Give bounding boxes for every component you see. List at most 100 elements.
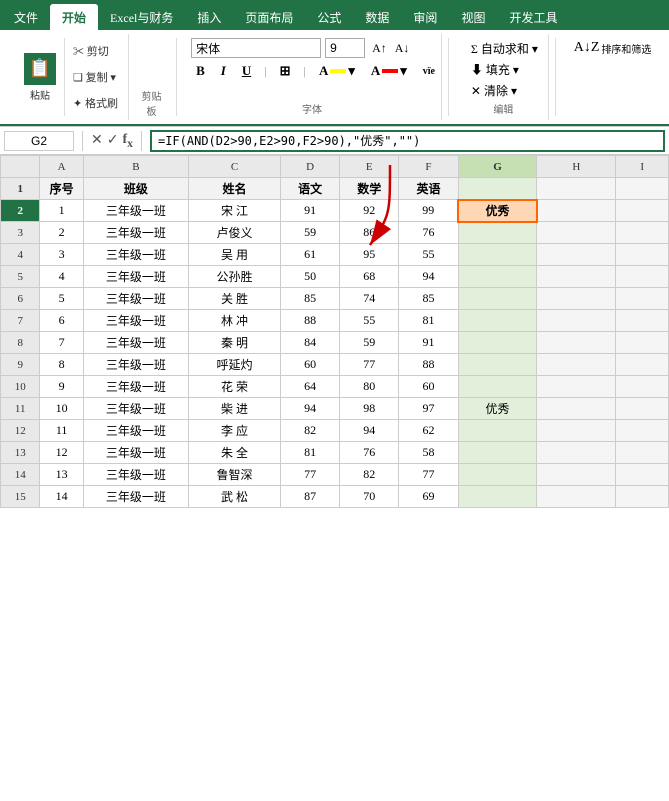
cell-H13[interactable] [537,442,616,464]
cell-C3[interactable]: 卢俊义 [189,222,281,244]
cell-E2[interactable]: 92 [340,200,399,222]
cell-F10[interactable]: 60 [399,376,458,398]
cell-B4[interactable]: 三年级一班 [83,244,188,266]
paste-button[interactable]: 📋 粘贴 [16,38,65,116]
cell-H1[interactable] [537,178,616,200]
cell-H12[interactable] [537,420,616,442]
cell-B7[interactable]: 三年级一班 [83,310,188,332]
cell-G12[interactable] [458,420,537,442]
cell-G11[interactable]: 优秀 [458,398,537,420]
cell-B11[interactable]: 三年级一班 [83,398,188,420]
cell-I10[interactable] [616,376,669,398]
italic-button[interactable]: I [216,61,231,81]
font-name-input[interactable] [191,38,321,58]
cell-C2[interactable]: 宋 江 [189,200,281,222]
cell-D15[interactable]: 87 [281,486,340,508]
cell-I8[interactable] [616,332,669,354]
cell-E7[interactable]: 55 [340,310,399,332]
col-header-D[interactable]: D [281,156,340,178]
fill-color-button[interactable]: A ▾ [314,61,360,81]
cell-C12[interactable]: 李 应 [189,420,281,442]
cell-F3[interactable]: 76 [399,222,458,244]
cell-B3[interactable]: 三年级一班 [83,222,188,244]
cell-I1[interactable] [616,178,669,200]
cell-H10[interactable] [537,376,616,398]
cell-D1[interactable]: 语文 [281,178,340,200]
formula-insert-function-icon[interactable]: fx [122,132,133,150]
row-header-1[interactable]: 1 [1,178,40,200]
cell-D13[interactable]: 81 [281,442,340,464]
cell-E14[interactable]: 82 [340,464,399,486]
tab-公式[interactable]: 公式 [305,4,353,30]
cell-G2[interactable]: 优秀 [458,200,537,222]
cell-I7[interactable] [616,310,669,332]
cell-I5[interactable] [616,266,669,288]
cell-A9[interactable]: 8 [40,354,83,376]
cell-A12[interactable]: 11 [40,420,83,442]
cell-D14[interactable]: 77 [281,464,340,486]
cell-F2[interactable]: 99 [399,200,458,222]
cell-F15[interactable]: 69 [399,486,458,508]
col-header-E[interactable]: E [340,156,399,178]
formula-confirm-icon[interactable]: ✓ [107,132,119,149]
tab-审阅[interactable]: 审阅 [401,4,449,30]
cell-E1[interactable]: 数学 [340,178,399,200]
cell-C14[interactable]: 鲁智深 [189,464,281,486]
cell-B13[interactable]: 三年级一班 [83,442,188,464]
cell-H14[interactable] [537,464,616,486]
cell-A13[interactable]: 12 [40,442,83,464]
cell-B9[interactable]: 三年级一班 [83,354,188,376]
cell-G4[interactable] [458,244,537,266]
cell-C15[interactable]: 武 松 [189,486,281,508]
cell-E4[interactable]: 95 [340,244,399,266]
row-header-6[interactable]: 6 [1,288,40,310]
row-header-11[interactable]: 11 [1,398,40,420]
copy-button[interactable]: ❏ 复制 ▾ [71,68,120,86]
cell-D2[interactable]: 91 [281,200,340,222]
cell-A5[interactable]: 4 [40,266,83,288]
row-header-15[interactable]: 15 [1,486,40,508]
font-color-button[interactable]: A ▾ [366,61,412,81]
fill-dropdown[interactable]: ▾ [348,63,355,79]
tab-开发工具[interactable]: 开发工具 [497,4,569,30]
row-header-5[interactable]: 5 [1,266,40,288]
cell-G9[interactable] [458,354,537,376]
col-header-I[interactable]: I [616,156,669,178]
cell-I3[interactable] [616,222,669,244]
cell-I15[interactable] [616,486,669,508]
cell-E8[interactable]: 59 [340,332,399,354]
format-painter-button[interactable]: ✦ 格式刷 [71,94,120,112]
cell-H7[interactable] [537,310,616,332]
cell-E6[interactable]: 74 [340,288,399,310]
cell-G3[interactable] [458,222,537,244]
row-header-10[interactable]: 10 [1,376,40,398]
cell-A4[interactable]: 3 [40,244,83,266]
cut-button[interactable]: ✂ 剪切 [71,42,120,60]
cell-D3[interactable]: 59 [281,222,340,244]
cell-I2[interactable] [616,200,669,222]
cell-C4[interactable]: 吴 用 [189,244,281,266]
cell-E9[interactable]: 77 [340,354,399,376]
cell-H6[interactable] [537,288,616,310]
col-header-A[interactable]: A [40,156,83,178]
cell-H11[interactable] [537,398,616,420]
cell-I14[interactable] [616,464,669,486]
cell-G5[interactable] [458,266,537,288]
col-header-B[interactable]: B [83,156,188,178]
cell-F8[interactable]: 91 [399,332,458,354]
cell-B1[interactable]: 班级 [83,178,188,200]
border-button[interactable]: ⊞ [275,61,296,81]
cell-C6[interactable]: 关 胜 [189,288,281,310]
cell-G1[interactable] [458,178,537,200]
row-header-13[interactable]: 13 [1,442,40,464]
auto-sum-button[interactable]: Σ 自动求和 ▾ [467,38,540,59]
tab-Excel与财务[interactable]: Excel与财务 [98,4,185,30]
cell-B14[interactable]: 三年级一班 [83,464,188,486]
cell-C13[interactable]: 朱 全 [189,442,281,464]
cell-E3[interactable]: 86 [340,222,399,244]
cell-F14[interactable]: 77 [399,464,458,486]
cell-H15[interactable] [537,486,616,508]
cell-A8[interactable]: 7 [40,332,83,354]
cell-B10[interactable]: 三年级一班 [83,376,188,398]
cell-A2[interactable]: 1 [40,200,83,222]
